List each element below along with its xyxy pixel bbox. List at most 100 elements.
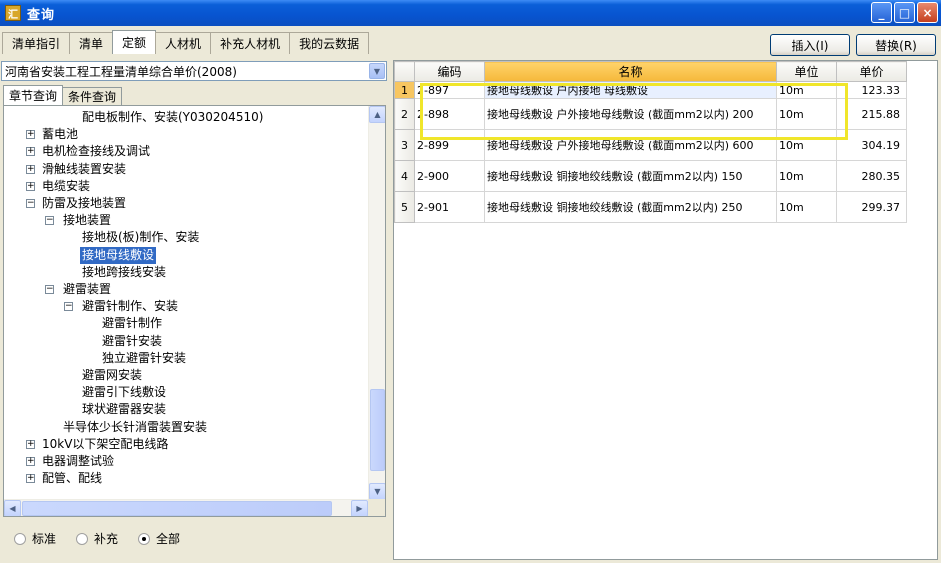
tree-node[interactable]: 半导体少长针消雷装置安装 (4, 419, 368, 436)
cell-code[interactable]: 2-900 (414, 160, 485, 192)
tab-supplement-labor-material[interactable]: 补充人材机 (210, 32, 291, 54)
tree-node[interactable]: − 防雷及接地装置 (4, 195, 368, 212)
horizontal-scroll-thumb[interactable] (22, 501, 332, 516)
cell-unit[interactable]: 10m (776, 191, 837, 223)
cell-name[interactable]: 接地母线敷设 铜接地绞线敷设 (截面mm2以内) 250 (484, 191, 777, 223)
cell-name[interactable]: 接地母线敷设 户内接地 母线敷设 (484, 81, 777, 99)
cell-unit[interactable]: 10m (776, 98, 837, 130)
tree-node[interactable]: 接地母线敷设 (4, 246, 368, 264)
tab-condition-query[interactable]: 条件查询 (62, 87, 123, 105)
table-row[interactable]: 1 2-897 接地母线敷设 户内接地 母线敷设 10m 123.33 (394, 81, 907, 99)
table-row[interactable]: 3 2-899 接地母线敷设 户外接地母线敷设 (截面mm2以内) 600 10… (394, 129, 907, 161)
title-bar[interactable]: 汇 查询 _ □ × (0, 0, 941, 26)
tree-node[interactable]: 球状避雷器安装 (4, 401, 368, 418)
tree-node[interactable]: − 避雷针制作、安装 (4, 298, 368, 315)
cell-code[interactable]: 2-897 (414, 81, 485, 99)
tree-node-label[interactable]: 蓄电池 (40, 126, 80, 143)
quota-library-select[interactable]: 河南省安装工程工程量清单综合单价(2008) ▼ (1, 61, 387, 81)
tree-node[interactable]: + 滑触线装置安装 (4, 161, 368, 178)
cell-price[interactable]: 123.33 (836, 81, 907, 99)
cell-unit[interactable]: 10m (776, 160, 837, 192)
replace-button[interactable]: 替换(R) (856, 34, 936, 56)
tab-bill-guide[interactable]: 清单指引 (2, 32, 71, 54)
cell-code[interactable]: 2-898 (414, 98, 485, 130)
tree-node-label[interactable]: 电缆安装 (40, 178, 92, 195)
scroll-down-icon[interactable]: ▼ (369, 483, 385, 500)
cell-price[interactable]: 299.37 (836, 191, 907, 223)
collapse-icon[interactable]: − (45, 216, 54, 226)
radio-all-indicator[interactable] (138, 532, 151, 545)
tree-node-label[interactable]: 配电板制作、安装(Y030204510) (80, 109, 265, 126)
cell-code[interactable]: 2-901 (414, 191, 485, 223)
tree-node-label[interactable]: 独立避雷针安装 (100, 350, 188, 367)
tree-horizontal-scrollbar[interactable]: ◀ ▶ (4, 499, 368, 516)
tab-my-cloud-data[interactable]: 我的云数据 (289, 32, 370, 54)
chevron-down-icon[interactable]: ▼ (369, 63, 385, 79)
radio-all[interactable]: 全部 (138, 530, 180, 547)
tree-node-label[interactable]: 接地装置 (61, 212, 113, 229)
expand-icon[interactable]: + (26, 474, 35, 484)
minimize-button[interactable]: _ (871, 2, 892, 23)
cell-price[interactable]: 280.35 (836, 160, 907, 192)
grid-header-name[interactable]: 名称 (484, 61, 777, 82)
tree-node[interactable]: + 配管、配线 (4, 470, 368, 487)
tree-node-label[interactable]: 避雷针安装 (100, 333, 164, 350)
tree-node-label[interactable]: 避雷网安装 (80, 367, 144, 384)
tree-node-label[interactable]: 电机检查接线及调试 (40, 143, 152, 160)
scroll-left-icon[interactable]: ◀ (4, 500, 21, 516)
cell-price[interactable]: 215.88 (836, 98, 907, 130)
chapter-tree[interactable]: 配电板制作、安装(Y030204510) + 蓄电池 + 电机检查接线及调试 + 滑触线装置… (4, 106, 368, 500)
tab-chapter-query[interactable]: 章节查询 (3, 85, 64, 105)
tree-node[interactable]: 避雷网安装 (4, 367, 368, 384)
expand-icon[interactable]: + (26, 164, 35, 174)
cell-unit[interactable]: 10m (776, 129, 837, 161)
cell-unit[interactable]: 10m (776, 81, 837, 99)
expand-icon[interactable]: + (26, 147, 35, 157)
cell-name[interactable]: 接地母线敷设 户外接地母线敷设 (截面mm2以内) 200 (484, 98, 777, 130)
tree-node[interactable]: + 电器调整试验 (4, 453, 368, 470)
cell-price[interactable]: 304.19 (836, 129, 907, 161)
expand-icon[interactable]: + (26, 181, 35, 191)
tree-node[interactable]: 接地跨接线安装 (4, 264, 368, 281)
tree-node-label[interactable]: 防雷及接地装置 (40, 195, 128, 212)
cell-name[interactable]: 接地母线敷设 铜接地绞线敷设 (截面mm2以内) 150 (484, 160, 777, 192)
grid-header-code[interactable]: 编码 (414, 61, 485, 82)
tree-node-label[interactable]: 配管、配线 (40, 470, 104, 487)
tree-node-label[interactable]: 球状避雷器安装 (80, 401, 168, 418)
table-row[interactable]: 4 2-900 接地母线敷设 铜接地绞线敷设 (截面mm2以内) 150 10m… (394, 160, 907, 192)
tree-node[interactable]: − 避雷装置 (4, 281, 368, 298)
cell-name[interactable]: 接地母线敷设 户外接地母线敷设 (截面mm2以内) 600 (484, 129, 777, 161)
tree-node-label[interactable]: 避雷装置 (61, 281, 113, 298)
table-row[interactable]: 2 2-898 接地母线敷设 户外接地母线敷设 (截面mm2以内) 200 10… (394, 98, 907, 130)
collapse-icon[interactable]: − (26, 199, 35, 208)
scroll-up-icon[interactable]: ▲ (369, 106, 385, 123)
tree-node-label[interactable]: 避雷针制作、安装 (80, 298, 180, 315)
tree-node-label[interactable]: 半导体少长针消雷装置安装 (61, 419, 209, 436)
tab-bill[interactable]: 清单 (69, 32, 114, 54)
collapse-icon[interactable]: − (64, 302, 73, 312)
table-row[interactable]: 5 2-901 接地母线敷设 铜接地绞线敷设 (截面mm2以内) 250 10m… (394, 191, 907, 223)
grid-header-unit[interactable]: 单位 (776, 61, 837, 82)
scroll-right-icon[interactable]: ▶ (351, 500, 368, 516)
tree-node[interactable]: +10kV以下架空配电线路 (4, 436, 368, 453)
tree-node[interactable]: + 电缆安装 (4, 178, 368, 195)
tree-node[interactable]: 避雷引下线敷设 (4, 384, 368, 401)
tree-node[interactable]: 避雷针制作 (4, 315, 368, 332)
tree-node[interactable]: 配电板制作、安装(Y030204510) (4, 109, 368, 126)
expand-icon[interactable]: + (26, 457, 35, 466)
radio-supplement[interactable]: 补充 (76, 530, 118, 547)
radio-standard-indicator[interactable] (14, 532, 26, 545)
tree-node-label[interactable]: 10kV以下架空配电线路 (40, 436, 170, 453)
tree-node[interactable]: − 接地装置 (4, 212, 368, 229)
tree-node-label[interactable]: 接地母线敷设 (80, 246, 157, 264)
radio-supplement-indicator[interactable] (76, 532, 89, 545)
collapse-icon[interactable]: − (45, 285, 54, 294)
radio-standard[interactable]: 标准 (14, 530, 56, 547)
insert-button[interactable]: 插入(I) (770, 34, 850, 56)
tree-node-label[interactable]: 电器调整试验 (40, 453, 116, 470)
tree-node[interactable]: + 蓄电池 (4, 126, 368, 143)
tree-node[interactable]: + 电机检查接线及调试 (4, 143, 368, 160)
tree-node[interactable]: 接地极(板)制作、安装 (4, 229, 368, 246)
close-button[interactable]: × (917, 2, 938, 23)
tree-node[interactable]: 避雷针安装 (4, 333, 368, 350)
